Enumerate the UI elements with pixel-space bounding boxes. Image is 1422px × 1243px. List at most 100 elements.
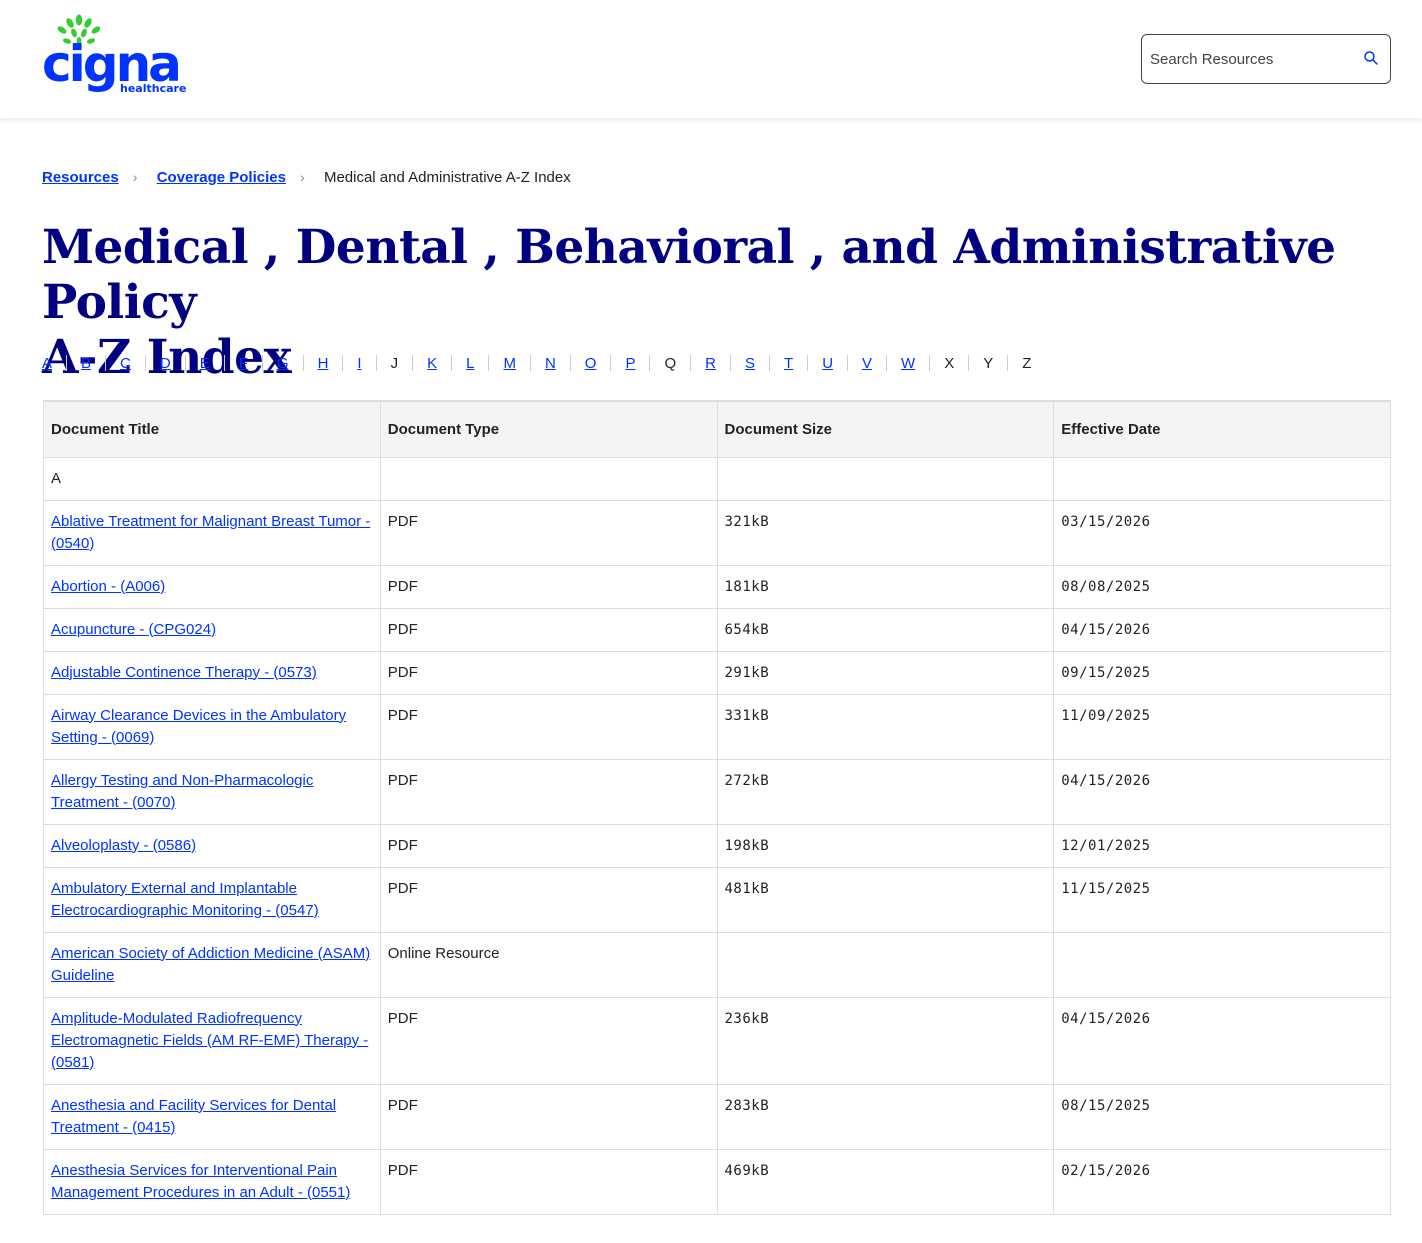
cell-document-title: Abortion - (A006): [43, 564, 381, 609]
document-link[interactable]: Anesthesia Services for Interventional P…: [51, 1162, 350, 1201]
az-letter-z: Z: [1022, 354, 1032, 372]
cell-document-size: 469kB: [716, 1148, 1055, 1215]
cell-document-title: Airway Clearance Devices in the Ambulato…: [43, 693, 381, 760]
document-link[interactable]: Ablative Treatment for Malignant Breast …: [51, 513, 370, 552]
az-letter-t[interactable]: T: [784, 355, 793, 372]
az-letter-n[interactable]: N: [545, 355, 556, 372]
cell-document-type: PDF: [379, 693, 718, 760]
cell-document-size: 181kB: [716, 564, 1055, 609]
az-letter-p[interactable]: P: [625, 355, 635, 372]
az-letter-i[interactable]: I: [357, 355, 361, 372]
document-link[interactable]: Anesthesia and Facility Services for Den…: [51, 1097, 336, 1136]
az-letter-y: Y: [983, 354, 994, 372]
az-divider: [569, 355, 571, 371]
az-letter-x: X: [944, 354, 955, 372]
table-row: Amplitude-Modulated Radiofrequency Elect…: [43, 996, 1391, 1085]
table-row: Ablative Treatment for Malignant Breast …: [43, 499, 1391, 566]
az-letter-u[interactable]: U: [822, 355, 833, 372]
az-letter-r[interactable]: R: [705, 355, 716, 372]
az-divider: [1007, 355, 1009, 371]
az-letter-g[interactable]: G: [277, 355, 289, 372]
document-link[interactable]: Airway Clearance Devices in the Ambulato…: [51, 707, 346, 746]
cell-document-type: PDF: [379, 866, 718, 933]
az-divider: [261, 355, 263, 371]
table-row: Adjustable Continence Therapy - (0573) PD…: [43, 650, 1391, 695]
cell-document-type: PDF: [379, 1083, 718, 1150]
document-link[interactable]: Acupuncture - (CPG024): [51, 621, 216, 638]
chevron-right-icon: ›: [132, 169, 138, 185]
cell-effective-date: 04/15/2026: [1053, 607, 1391, 652]
search-input[interactable]: [1150, 47, 1350, 71]
header-effective-date: Effective Date: [1053, 400, 1391, 458]
table-row: Allergy Testing and Non-Pharmacologic Tr…: [43, 758, 1391, 825]
az-letter-s[interactable]: S: [745, 355, 755, 372]
az-divider: [847, 355, 849, 371]
cell-effective-date: 04/15/2026: [1053, 996, 1391, 1085]
az-letter-h[interactable]: H: [318, 355, 329, 372]
az-divider: [968, 355, 970, 371]
az-letter-v[interactable]: V: [862, 355, 872, 372]
az-divider: [690, 355, 692, 371]
az-letter-e[interactable]: E: [200, 355, 210, 372]
document-link[interactable]: American Society of Addiction Medicine (…: [51, 945, 370, 984]
breadcrumb-current: Medical and Administrative A-Z Index: [323, 168, 571, 186]
cell-effective-date: 03/15/2026: [1053, 499, 1391, 566]
az-letter-b[interactable]: B: [81, 355, 91, 372]
cell-document-type: PDF: [379, 1148, 718, 1215]
az-letter-k[interactable]: K: [427, 355, 437, 372]
az-divider: [529, 355, 531, 371]
search-icon[interactable]: [1363, 50, 1379, 66]
table-header-row: Document Title Document Type Document Si…: [43, 400, 1391, 458]
az-divider: [886, 355, 888, 371]
table-row: Anesthesia and Facility Services for Den…: [43, 1083, 1391, 1150]
logo-subtitle: healthcare: [120, 82, 187, 95]
az-divider: [807, 355, 809, 371]
az-letter-c[interactable]: C: [120, 355, 131, 372]
document-link[interactable]: Abortion - (A006): [51, 578, 165, 595]
az-divider: [929, 355, 931, 371]
document-link[interactable]: Amplitude-Modulated Radiofrequency Elect…: [51, 1010, 368, 1071]
cell-document-size: [716, 931, 1055, 998]
az-divider: [375, 355, 377, 371]
cell-document-size: 321kB: [716, 499, 1055, 566]
az-letter-o[interactable]: O: [585, 355, 597, 372]
section-letter-row: A: [43, 456, 1391, 501]
cell-document-title: Ambulatory External and Implantable Elec…: [43, 866, 381, 933]
cigna-logo[interactable]: cigna healthcare: [42, 14, 192, 98]
az-divider: [184, 355, 186, 371]
az-letter-m[interactable]: M: [503, 355, 516, 372]
az-divider: [342, 355, 344, 371]
site-header: cigna healthcare: [0, 0, 1422, 118]
az-divider: [649, 355, 651, 371]
az-letter-w[interactable]: W: [901, 355, 915, 372]
breadcrumb-coverage-policies[interactable]: Coverage Policies: [157, 169, 286, 186]
table-row: Airway Clearance Devices in the Ambulato…: [43, 693, 1391, 760]
breadcrumb-resources[interactable]: Resources: [42, 169, 119, 186]
document-link[interactable]: Allergy Testing and Non-Pharmacologic Tr…: [51, 772, 313, 811]
cell-effective-date: 11/15/2025: [1053, 866, 1391, 933]
az-letter-f[interactable]: F: [239, 355, 248, 372]
document-link[interactable]: Alveoloplasty - (0586): [51, 837, 196, 854]
az-letter-d[interactable]: D: [160, 355, 171, 372]
policy-table: Document Title Document Type Document Si…: [43, 400, 1391, 1215]
policy-table-wrap: Document Title Document Type Document Si…: [43, 400, 1391, 1215]
cell-document-size: 331kB: [716, 693, 1055, 760]
az-divider: [144, 355, 146, 371]
cell-document-size: 654kB: [716, 607, 1055, 652]
cell-document-type: PDF: [379, 650, 718, 695]
cell-document-type: PDF: [379, 499, 718, 566]
az-letter-a[interactable]: A: [42, 355, 52, 372]
cell-document-title: Allergy Testing and Non-Pharmacologic Tr…: [43, 758, 381, 825]
cell-effective-date: 09/15/2025: [1053, 650, 1391, 695]
az-index-nav: A B C D E F G H I J K L M N O P Q R S T U V W X Y Z: [42, 352, 1031, 374]
cell-document-size: 283kB: [716, 1083, 1055, 1150]
cell-effective-date: 11/09/2025: [1053, 693, 1391, 760]
document-link[interactable]: Adjustable Continence Therapy - (0573): [51, 664, 317, 681]
az-letter-l[interactable]: L: [466, 355, 474, 372]
document-link[interactable]: Ambulatory External and Implantable Elec…: [51, 880, 319, 919]
cell-document-title: Acupuncture - (CPG024): [43, 607, 381, 652]
table-row: Anesthesia Services for Interventional P…: [43, 1148, 1391, 1215]
az-letter-j: J: [390, 354, 399, 372]
az-divider: [610, 355, 612, 371]
cell-effective-date: 08/15/2025: [1053, 1083, 1391, 1150]
